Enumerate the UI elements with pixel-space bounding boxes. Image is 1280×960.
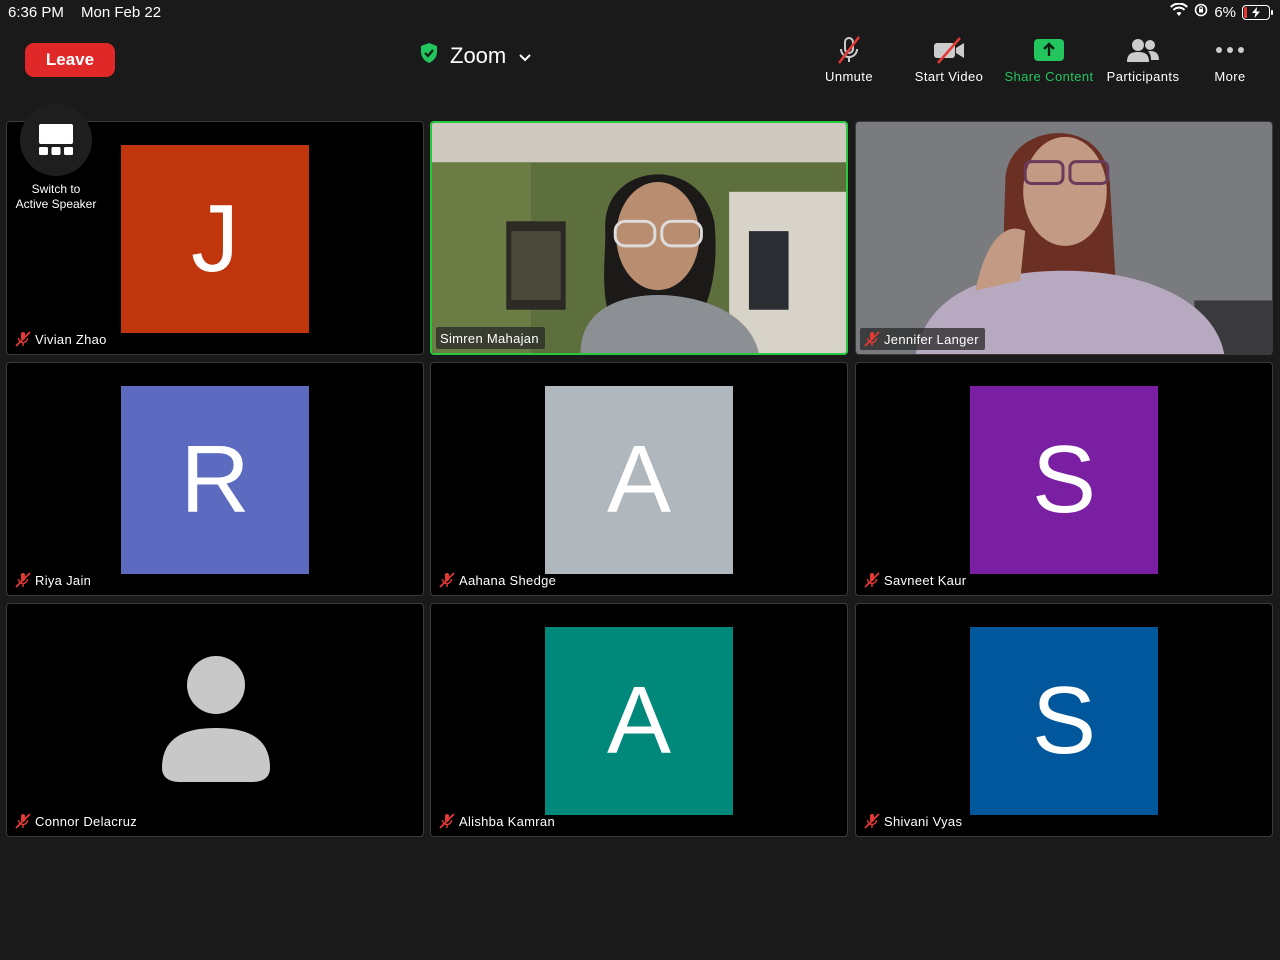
participant-name-tag: Shivani Vyas bbox=[860, 810, 968, 832]
status-indicators: 6% bbox=[1170, 2, 1273, 21]
mic-muted-icon bbox=[15, 331, 31, 347]
participant-tile-jennifer-langer[interactable]: Jennifer Langer bbox=[855, 121, 1273, 355]
participant-name: Connor Delacruz bbox=[35, 813, 138, 829]
mic-muted-icon bbox=[864, 331, 880, 347]
participant-name-tag: Aahana Shedge bbox=[435, 569, 562, 591]
participant-name-tag: Alishba Kamran bbox=[435, 810, 561, 832]
shield-check-icon bbox=[420, 43, 438, 69]
switch-to-active-speaker-button[interactable]: Switch to Active Speaker bbox=[6, 104, 106, 214]
avatar: A bbox=[545, 386, 733, 574]
avatar: R bbox=[121, 386, 309, 574]
microphone-muted-icon bbox=[835, 35, 863, 65]
status-time: 6:36 PM bbox=[8, 4, 64, 21]
mic-muted-icon bbox=[864, 813, 880, 829]
participant-name: Riya Jain bbox=[35, 572, 92, 588]
participant-tile-connor-delacruz[interactable]: Connor Delacruz bbox=[6, 603, 424, 837]
share-content-label: Share Content bbox=[1004, 69, 1094, 84]
mic-muted-icon bbox=[439, 572, 455, 588]
switch-view-label-line2: Active Speaker bbox=[15, 197, 97, 211]
mic-muted-icon bbox=[439, 813, 455, 829]
participant-name: Simren Mahajan bbox=[440, 330, 539, 346]
participant-name-tag: Connor Delacruz bbox=[11, 810, 143, 832]
participant-name-tag: Savneet Kaur bbox=[860, 569, 972, 591]
avatar: S bbox=[970, 627, 1158, 815]
switch-view-label-line1: Switch to bbox=[31, 182, 81, 196]
participant-name: Aahana Shedge bbox=[459, 572, 557, 588]
participant-tile-simren-mahajan[interactable]: Simren Mahajan bbox=[430, 121, 848, 355]
participant-name: Shivani Vyas bbox=[884, 813, 963, 829]
mic-muted-icon bbox=[15, 813, 31, 829]
video-feed bbox=[856, 122, 1272, 354]
wifi-icon bbox=[1170, 2, 1189, 21]
participant-name: Savneet Kaur bbox=[884, 572, 967, 588]
person-placeholder-icon bbox=[162, 656, 270, 782]
ellipsis-icon bbox=[1215, 35, 1245, 65]
video-off-icon bbox=[932, 35, 966, 65]
more-button[interactable]: More bbox=[1208, 34, 1252, 84]
start-video-button[interactable]: Start Video bbox=[910, 34, 988, 84]
avatar: S bbox=[970, 386, 1158, 574]
meeting-title-dropdown[interactable]: Zoom bbox=[420, 40, 532, 72]
unmute-button[interactable]: Unmute bbox=[820, 34, 878, 84]
meeting-title: Zoom bbox=[450, 43, 507, 68]
unmute-label: Unmute bbox=[825, 69, 873, 84]
participant-name-tag: Vivian Zhao bbox=[11, 328, 113, 350]
status-date: Mon Feb 22 bbox=[81, 4, 162, 21]
participant-name-tag: Jennifer Langer bbox=[860, 328, 985, 350]
battery-icon bbox=[1242, 4, 1273, 20]
avatar: A bbox=[545, 627, 733, 815]
participant-tile-shivani-vyas[interactable]: S Shivani Vyas bbox=[855, 603, 1273, 837]
battery-percent: 6% bbox=[1214, 3, 1236, 21]
start-video-label: Start Video bbox=[914, 69, 984, 84]
participant-tile-alishba-kamran[interactable]: A Alishba Kamran bbox=[430, 603, 848, 837]
share-screen-icon bbox=[1033, 35, 1065, 65]
participant-name: Jennifer Langer bbox=[884, 331, 979, 347]
participant-tile-savneet-kaur[interactable]: S Savneet Kaur bbox=[855, 362, 1273, 596]
mic-muted-icon bbox=[864, 572, 880, 588]
participant-name: Alishba Kamran bbox=[459, 813, 555, 829]
more-label: More bbox=[1214, 69, 1246, 84]
participant-tile-riya-jain[interactable]: R Riya Jain bbox=[6, 362, 424, 596]
participant-name-tag: Simren Mahajan bbox=[436, 327, 545, 349]
leave-button[interactable]: Leave bbox=[25, 43, 115, 77]
mic-muted-icon bbox=[15, 572, 31, 588]
video-feed bbox=[432, 123, 846, 353]
status-bar: 6:36 PM Mon Feb 22 6% bbox=[0, 0, 1280, 26]
participant-name-tag: Riya Jain bbox=[11, 569, 97, 591]
participant-tile-aahana-shedge[interactable]: A Aahana Shedge bbox=[430, 362, 848, 596]
speaker-view-icon bbox=[20, 104, 92, 176]
participants-icon bbox=[1126, 35, 1160, 65]
participants-label: Participants bbox=[1106, 69, 1180, 84]
avatar: J bbox=[121, 145, 309, 333]
participant-name: Vivian Zhao bbox=[35, 331, 107, 347]
chevron-down-icon bbox=[518, 43, 532, 69]
rotation-lock-icon bbox=[1194, 3, 1208, 21]
participants-button[interactable]: Participants bbox=[1103, 34, 1183, 84]
share-content-button[interactable]: Share Content bbox=[1002, 34, 1096, 84]
